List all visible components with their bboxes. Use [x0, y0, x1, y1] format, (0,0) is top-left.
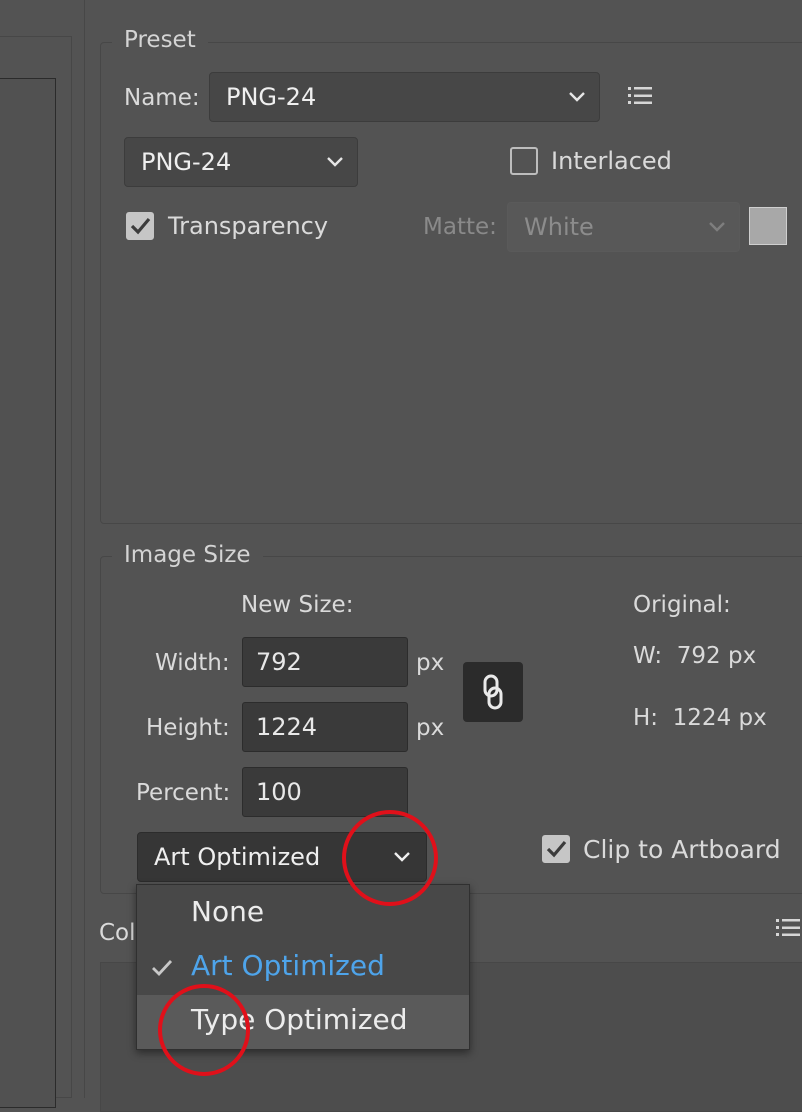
height-input[interactable]: 1224	[242, 702, 408, 752]
width-unit: px	[416, 650, 445, 676]
menu-item-label: Art Optimized	[191, 949, 385, 982]
resample-value: Art Optimized	[154, 843, 321, 871]
preview-panel	[0, 78, 56, 1108]
color-table-legend: Col	[99, 920, 136, 946]
preset-name-select[interactable]: PNG-24	[209, 72, 600, 122]
matte-label: Matte:	[423, 214, 497, 240]
original-width: W: 792 px	[633, 643, 757, 669]
preset-name-value: PNG-24	[226, 83, 317, 111]
checkmark-icon	[546, 840, 567, 858]
transparency-checkbox[interactable]	[126, 212, 154, 240]
transparency-label: Transparency	[168, 212, 329, 240]
annotation-circle-type-optimized	[158, 984, 250, 1076]
checkmark-icon	[130, 217, 151, 235]
interlaced-checkbox[interactable]	[510, 147, 538, 175]
matte-value: White	[524, 213, 594, 241]
new-size-label: New Size:	[241, 592, 354, 618]
checkmark-icon	[152, 960, 173, 977]
format-value: PNG-24	[141, 148, 232, 176]
chevron-down-icon	[327, 157, 343, 167]
height-unit: px	[416, 715, 445, 741]
image-size-legend: Image Size	[112, 542, 263, 568]
clip-to-artboard-checkbox[interactable]	[542, 835, 570, 863]
height-label: Height:	[146, 715, 230, 741]
menu-item-label: None	[191, 895, 265, 928]
percent-label: Percent:	[136, 780, 231, 806]
preset-menu-icon[interactable]	[626, 84, 656, 108]
chevron-down-icon	[709, 222, 725, 232]
name-label: Name:	[124, 85, 200, 111]
width-label: Width:	[155, 650, 230, 676]
clip-to-artboard-label: Clip to Artboard	[583, 835, 781, 864]
width-input[interactable]: 792	[242, 637, 408, 687]
original-height: H: 1224 px	[633, 705, 767, 731]
annotation-circle-dropdown	[342, 810, 438, 906]
preset-legend: Preset	[112, 27, 208, 53]
format-select[interactable]: PNG-24	[124, 137, 358, 187]
panel-divider	[84, 0, 85, 1098]
original-label: Original:	[633, 592, 731, 618]
matte-select[interactable]: White	[507, 202, 740, 252]
link-icon	[483, 674, 503, 710]
interlaced-label: Interlaced	[551, 147, 672, 175]
matte-color-swatch[interactable]	[749, 207, 787, 245]
constrain-proportions-button[interactable]	[463, 662, 523, 722]
color-table-menu-icon[interactable]	[774, 916, 802, 940]
chevron-down-icon	[569, 92, 585, 102]
